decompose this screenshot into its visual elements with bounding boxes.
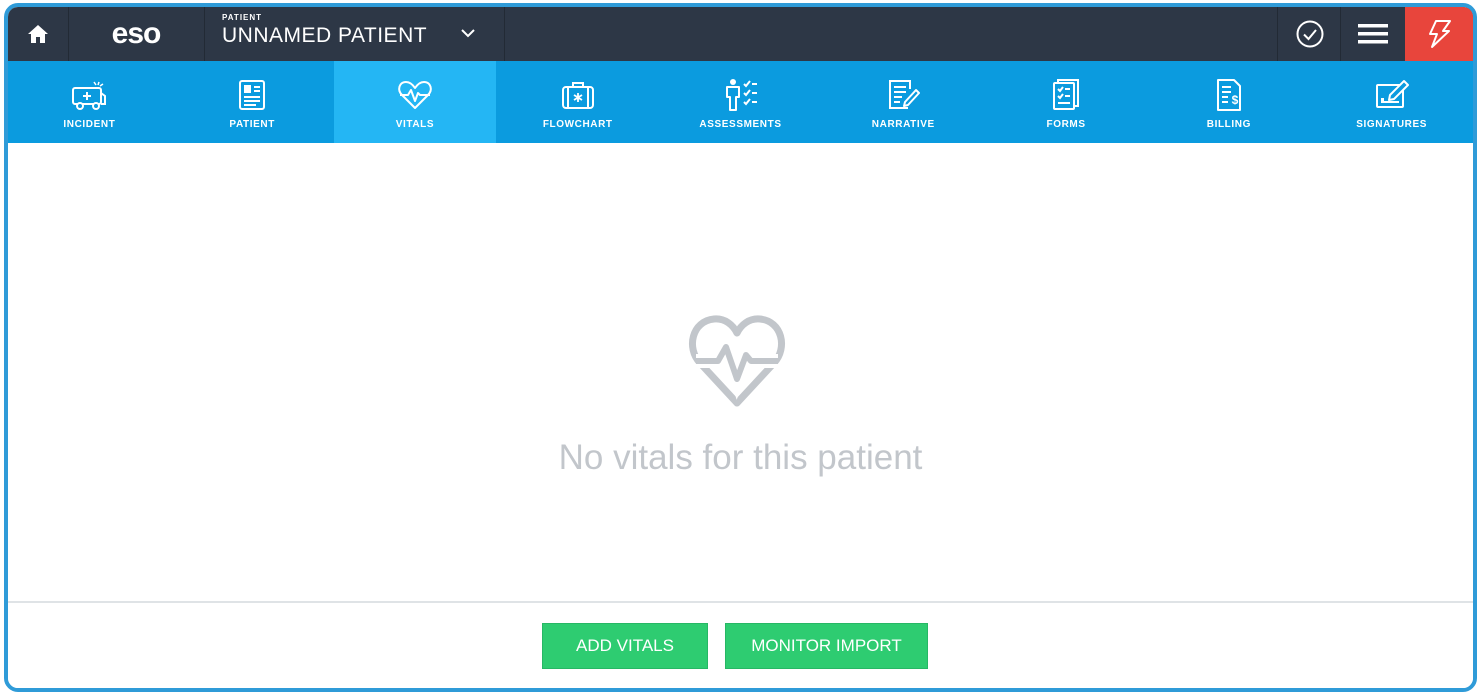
lightning-alert-icon	[1429, 20, 1451, 48]
tab-label: VITALS	[395, 119, 435, 130]
tab-label: SIGNATURES	[1356, 119, 1428, 130]
tab-label: ASSESSMENTS	[699, 119, 782, 130]
validate-button[interactable]	[1277, 7, 1341, 61]
vitals-content: No vitals for this patient	[8, 143, 1473, 601]
svg-text:eso: eso	[112, 19, 161, 49]
heart-pulse-icon	[689, 315, 785, 407]
tab-signatures[interactable]: SIGNATURES	[1310, 61, 1473, 143]
top-bar: eso PATIENT UNNAMED PATIENT	[8, 7, 1473, 61]
forms-checklist-icon	[1053, 79, 1080, 110]
tab-label: NARRATIVE	[871, 119, 935, 130]
tab-forms[interactable]: FORMS	[985, 61, 1148, 143]
patient-selector[interactable]: PATIENT UNNAMED PATIENT	[204, 7, 505, 61]
section-nav: INCIDENT PATIENT VITALS FLOWCHART ASSESS…	[8, 61, 1473, 143]
chevron-down-icon	[461, 29, 475, 38]
ambulance-icon	[72, 81, 107, 110]
svg-text:$: $	[1232, 93, 1239, 107]
tab-billing[interactable]: $ BILLING	[1147, 61, 1310, 143]
document-pencil-icon	[889, 80, 921, 109]
patient-card-icon	[239, 80, 266, 110]
billing-document-icon: $	[1216, 79, 1241, 111]
alert-button[interactable]	[1405, 7, 1473, 61]
tab-patient[interactable]: PATIENT	[171, 61, 334, 143]
hamburger-menu-icon	[1358, 24, 1388, 44]
tab-flowchart[interactable]: FLOWCHART	[496, 61, 659, 143]
monitor-import-button[interactable]: MONITOR IMPORT	[725, 623, 928, 669]
check-circle-icon	[1296, 20, 1323, 48]
tab-label: BILLING	[1206, 119, 1251, 130]
home-button[interactable]	[8, 7, 69, 61]
tab-label: FLOWCHART	[542, 119, 613, 130]
tab-incident[interactable]: INCIDENT	[8, 61, 171, 143]
tab-vitals[interactable]: VITALS	[333, 61, 497, 143]
add-vitals-button[interactable]: ADD VITALS	[542, 623, 708, 669]
patient-name: UNNAMED PATIENT	[222, 24, 428, 47]
tab-narrative[interactable]: NARRATIVE	[822, 61, 985, 143]
menu-button[interactable]	[1340, 7, 1405, 61]
tab-label: FORMS	[1046, 119, 1086, 130]
medical-bag-icon	[561, 82, 594, 109]
heart-pulse-icon	[398, 81, 432, 109]
signature-icon	[1375, 80, 1409, 108]
tab-label: INCIDENT	[63, 119, 116, 130]
body-checklist-icon	[725, 79, 757, 111]
tab-assessments[interactable]: ASSESSMENTS	[659, 61, 822, 143]
eso-logo: eso	[68, 7, 205, 61]
action-footer: ADD VITALS MONITOR IMPORT	[8, 601, 1473, 688]
app-frame: eso PATIENT UNNAMED PATIENT INCIDENT PAT…	[4, 3, 1477, 692]
home-icon	[28, 25, 48, 43]
tab-label: PATIENT	[229, 119, 275, 130]
patient-caption: PATIENT	[222, 13, 263, 22]
empty-state-message: No vitals for this patient	[558, 438, 923, 477]
